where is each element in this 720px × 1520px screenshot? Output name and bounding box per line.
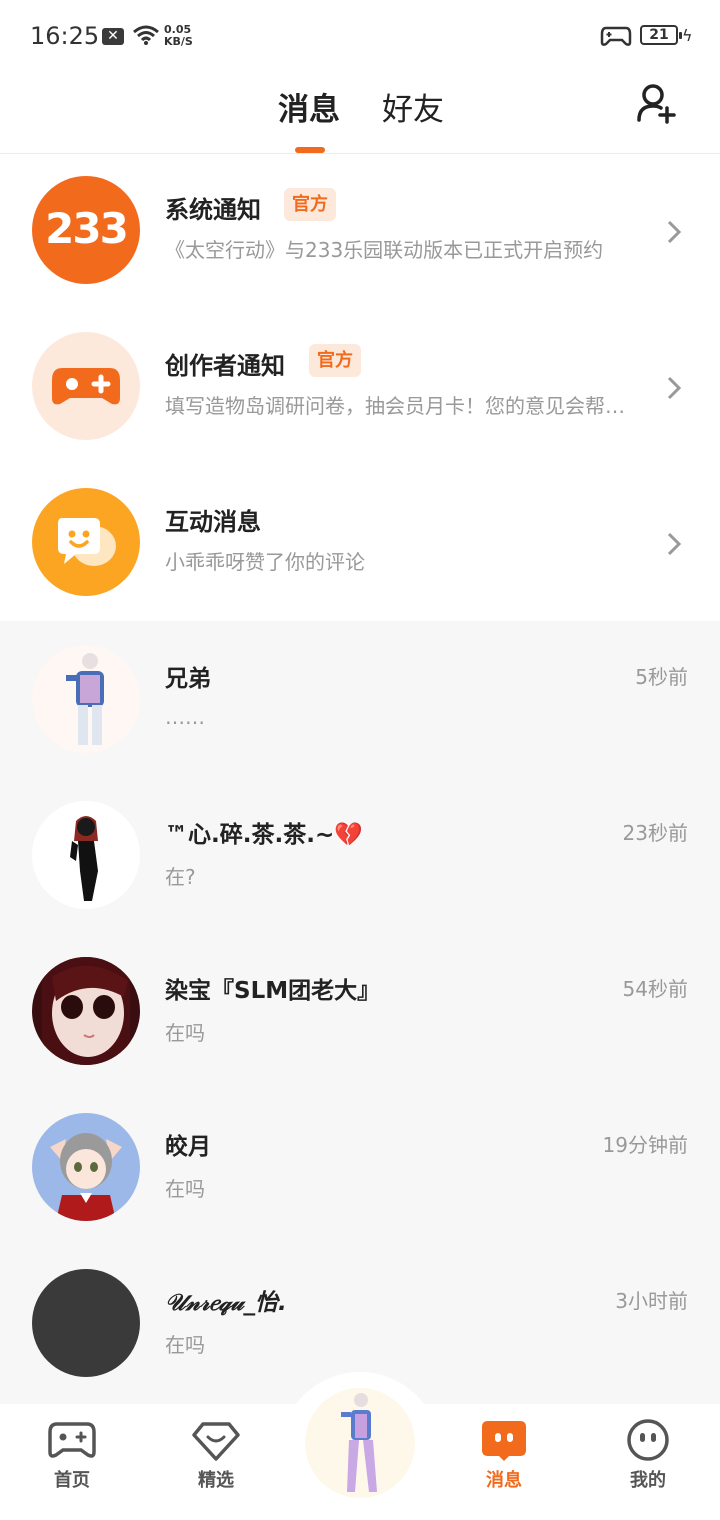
contact-name: 染宝『SLM团老大』 bbox=[165, 978, 381, 1004]
message-preview: 在? bbox=[165, 865, 196, 889]
contact-name: ™心.碎.茶.茶.~💔 bbox=[165, 822, 363, 848]
character-avatar-image bbox=[42, 957, 130, 1065]
wifi-icon bbox=[133, 25, 159, 45]
system-notification-preview: 《太空行动》与233乐园联动版本已正式开启预约 bbox=[165, 238, 604, 262]
nav-home[interactable]: 首页 bbox=[32, 1418, 112, 1492]
gamepad-icon bbox=[52, 368, 120, 405]
tab-messages[interactable]: 消息 bbox=[278, 84, 340, 129]
header: 消息 好友 bbox=[0, 72, 720, 154]
chat-row[interactable]: 兄弟 …… 5秒前 bbox=[0, 621, 720, 777]
message-time: 5秒前 bbox=[635, 665, 688, 689]
avatar bbox=[32, 645, 140, 753]
chevron-right-icon bbox=[667, 376, 682, 400]
interaction-message-row[interactable]: 互动消息 小乖乖呀赞了你的评论 bbox=[0, 466, 720, 622]
status-time: 16:25 bbox=[30, 22, 100, 50]
chevron-right-icon bbox=[667, 532, 682, 556]
official-badge: 官方 bbox=[309, 344, 361, 377]
message-bubble-icon bbox=[482, 1421, 526, 1461]
contact-name: 𝒰𝓃𝓇𝑒𝓆𝓊_怡. bbox=[165, 1290, 287, 1316]
interaction-avatar bbox=[32, 488, 140, 596]
active-tab-indicator bbox=[295, 147, 325, 153]
system-notification-title: 系统通知 bbox=[165, 196, 261, 224]
avatar bbox=[32, 1113, 140, 1221]
status-bar: 16:25 ✕ 0.05 KB/S 21 ϟ bbox=[0, 0, 720, 72]
chat-row[interactable]: 皎月 在吗 19分钟前 bbox=[0, 1089, 720, 1245]
battery-indicator: 21 bbox=[640, 25, 682, 45]
system-notification-row[interactable]: 233 系统通知 官方 《太空行动》与233乐园联动版本已正式开启预约 bbox=[0, 154, 720, 310]
smiley-face-icon bbox=[627, 1419, 669, 1461]
message-preview: 在吗 bbox=[165, 1333, 205, 1357]
interaction-title: 互动消息 bbox=[165, 508, 261, 536]
chat-row[interactable]: 染宝『SLM团老大』 在吗 54秒前 bbox=[0, 933, 720, 1089]
nav-center-avatar-button[interactable] bbox=[305, 1388, 415, 1498]
notification-x-icon: ✕ bbox=[102, 28, 124, 45]
avatar bbox=[32, 957, 140, 1065]
creator-avatar bbox=[32, 332, 140, 440]
contact-name: 皎月 bbox=[165, 1134, 211, 1160]
message-time: 54秒前 bbox=[622, 977, 688, 1001]
charging-icon: ϟ bbox=[682, 26, 693, 45]
creator-notification-title: 创作者通知 bbox=[165, 352, 285, 380]
chat-row[interactable]: ™心.碎.茶.茶.~💔 在? 23秒前 bbox=[0, 777, 720, 933]
gamepad-icon bbox=[48, 1422, 96, 1458]
character-avatar-image bbox=[341, 1393, 377, 1492]
chat-bubble-icon bbox=[58, 518, 116, 566]
message-time: 23秒前 bbox=[622, 821, 688, 845]
official-badge: 官方 bbox=[284, 188, 336, 221]
message-time: 19分钟前 bbox=[602, 1133, 688, 1157]
creator-notification-preview: 填写造物岛调研问卷，抽会员月卡！您的意见会帮助我们 bbox=[165, 394, 640, 418]
interaction-preview: 小乖乖呀赞了你的评论 bbox=[165, 550, 365, 574]
chevron-right-icon bbox=[667, 220, 682, 244]
nav-me[interactable]: 我的 bbox=[608, 1418, 688, 1492]
network-speed: 0.05 KB/S bbox=[164, 23, 193, 48]
diamond-heart-icon bbox=[192, 1422, 240, 1461]
avatar bbox=[32, 1269, 140, 1377]
avatar bbox=[32, 801, 140, 909]
message-preview: 在吗 bbox=[165, 1177, 205, 1201]
nav-messages[interactable]: 消息 bbox=[464, 1418, 544, 1492]
creator-notification-row[interactable]: 创作者通知 官方 填写造物岛调研问卷，抽会员月卡！您的意见会帮助我们 bbox=[0, 310, 720, 466]
message-preview: 在吗 bbox=[165, 1021, 205, 1045]
message-time: 3小时前 bbox=[615, 1289, 688, 1313]
character-avatar-image bbox=[70, 816, 98, 901]
character-avatar-image bbox=[50, 1133, 122, 1221]
tab-friends[interactable]: 好友 bbox=[382, 84, 444, 129]
add-friend-icon[interactable] bbox=[636, 82, 678, 124]
contact-name: 兄弟 bbox=[165, 666, 211, 692]
system-avatar: 233 bbox=[32, 176, 140, 284]
nav-featured[interactable]: 精选 bbox=[176, 1418, 256, 1492]
game-mode-icon bbox=[600, 26, 632, 46]
official-notifications: 233 系统通知 官方 《太空行动》与233乐园联动版本已正式开启预约 创作者通… bbox=[0, 154, 720, 621]
message-preview: …… bbox=[165, 705, 205, 729]
character-avatar-image bbox=[66, 653, 104, 745]
